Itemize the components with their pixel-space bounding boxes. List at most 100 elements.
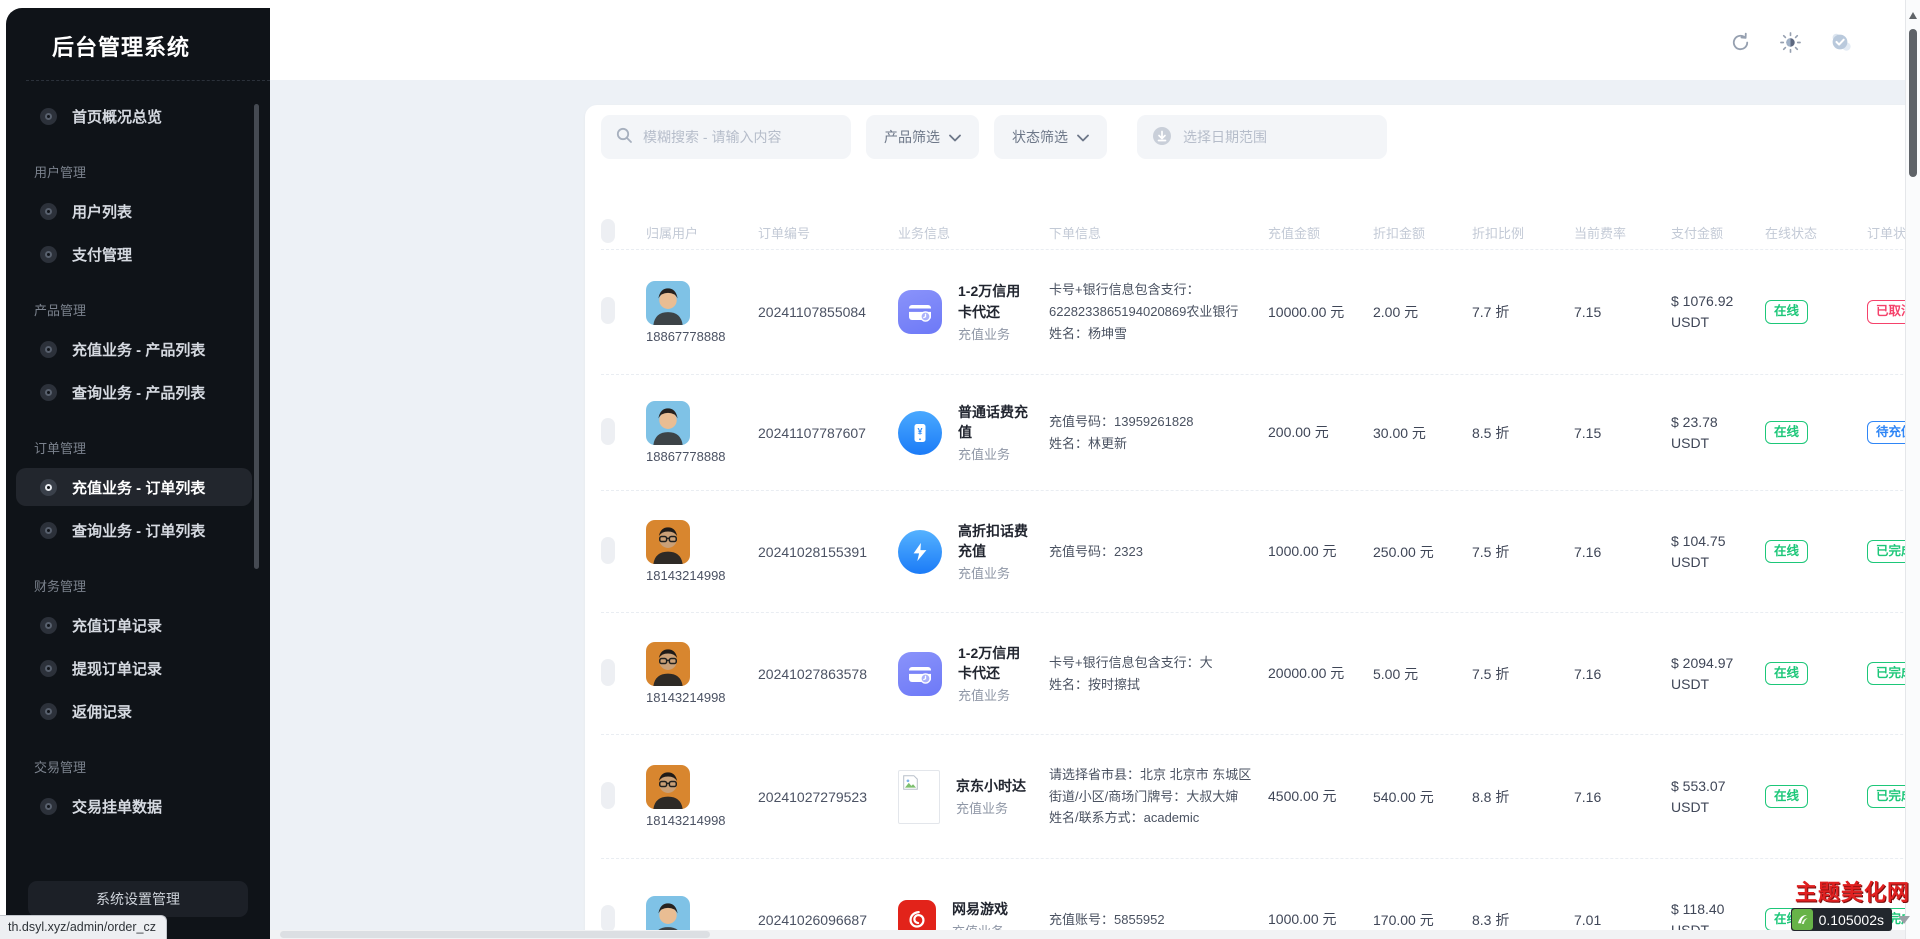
order-info: 卡号+银行信息包含支行：6228233865194020869农业银行姓名：杨坤… [1049, 279, 1268, 344]
order-info: 卡号+银行信息包含支行：大姓名：按时擦拭 [1049, 652, 1268, 696]
sidebar-item-label: 返佣记录 [72, 701, 132, 722]
discount-ratio: 7.7 折 [1472, 302, 1574, 322]
sidebar-section-label: 订单管理 [34, 438, 260, 457]
sidebar-item-label: 用户列表 [72, 201, 132, 222]
discount-amount: 170.00 元 [1373, 910, 1472, 930]
user-phone: 18143214998 [646, 690, 726, 705]
status-filter-dropdown[interactable]: 状态筛选 [994, 115, 1107, 159]
recharge-amount: 1000.00 元 [1268, 541, 1360, 562]
discount-amount: 250.00 元 [1373, 542, 1472, 562]
refresh-icon[interactable] [1728, 30, 1752, 54]
column-header: 归属用户 [646, 223, 758, 242]
chevron-down-icon [1077, 129, 1089, 145]
page-scrollbar [1905, 0, 1920, 939]
business-category: 充值业务 [958, 324, 1034, 343]
sidebar-item[interactable]: 用户列表 [16, 192, 252, 230]
business-category: 充值业务 [958, 563, 1034, 582]
column-header: 折扣比例 [1472, 223, 1574, 242]
status-badge: 在线 [1765, 785, 1808, 809]
discount-ratio: 8.5 折 [1472, 423, 1574, 443]
menu-dot-icon [40, 246, 57, 263]
current-rate: 7.15 [1574, 425, 1671, 441]
theme-toggle-icon[interactable] [1778, 30, 1802, 54]
column-header: 订单编号 [758, 223, 898, 242]
order-info: 充值号码：13959261828姓名：林更新 [1049, 411, 1268, 455]
phone-recharge-icon: ¥ [898, 411, 942, 455]
row-checkbox[interactable] [601, 418, 615, 445]
table-row: 18143214998 20241028155391 高折扣话费充值 充值业务 … [601, 490, 1920, 612]
row-checkbox[interactable] [601, 537, 615, 564]
sidebar-item[interactable]: 首页概况总览 [16, 97, 252, 135]
table-row: 18867778888 20241107787607 ¥ 普通话费充值 充值业务… [601, 374, 1920, 490]
sidebar-item[interactable]: 交易挂单数据 [16, 787, 252, 825]
user-avatar [646, 642, 690, 686]
user-avatar [646, 520, 690, 564]
scroll-up-arrow[interactable] [1909, 12, 1917, 19]
menu-dot-icon [40, 108, 57, 125]
status-filter-label: 状态筛选 [1012, 127, 1068, 147]
recharge-amount: 4500.00 元 [1268, 786, 1360, 807]
sidebar-item[interactable]: 支付管理 [16, 235, 252, 273]
watermark-site-link[interactable]: 主题美化网 [1791, 875, 1910, 907]
debug-trace-badge[interactable]: 0.105002s [1791, 908, 1892, 931]
status-badge: 在线 [1765, 300, 1808, 324]
order-info: 充值账号：5855952 [1049, 909, 1268, 931]
user-avatar [646, 401, 690, 445]
sidebar-item-label: 交易挂单数据 [72, 796, 162, 817]
sidebar-item-label: 支付管理 [72, 244, 132, 265]
order-info: 请选择省市县：北京 北京市 东城区街道/小区/商场门牌号：大叔大婶姓名/联系方式… [1049, 764, 1268, 829]
horizontal-scrollbar-thumb[interactable] [280, 931, 710, 938]
menu-dot-icon [40, 617, 57, 634]
recharge-amount: 10000.00 元 [1268, 302, 1360, 323]
sidebar-scrollbar-thumb[interactable] [254, 104, 259, 569]
order-number: 20241026096687 [758, 912, 898, 928]
discount-amount: 30.00 元 [1373, 423, 1472, 443]
sidebar-item-label: 查询业务 - 订单列表 [72, 520, 205, 541]
discount-amount: 540.00 元 [1373, 787, 1472, 807]
sidebar-item[interactable]: 查询业务 - 订单列表 [16, 511, 252, 549]
row-checkbox[interactable] [601, 297, 615, 324]
sidebar-item[interactable]: 查询业务 - 产品列表 [16, 373, 252, 411]
sidebar: 后台管理系统 首页概况总览用户管理 用户列表 支付管理产品管理 充值业务 - 产… [6, 8, 270, 939]
sidebar-item[interactable]: 充值业务 - 产品列表 [16, 330, 252, 368]
svg-text:¥: ¥ [917, 426, 922, 436]
sidebar-item[interactable]: 提现订单记录 [16, 649, 252, 687]
row-checkbox[interactable] [601, 782, 615, 809]
menu-dot-icon [40, 203, 57, 220]
menu-dot-icon [40, 660, 57, 677]
search-box[interactable] [601, 115, 851, 159]
sidebar-item[interactable]: 充值订单记录 [16, 606, 252, 644]
current-rate: 7.16 [1574, 544, 1671, 560]
status-badge: 在线 [1765, 662, 1808, 686]
current-rate: 7.16 [1574, 666, 1671, 682]
status-badge: 在线 [1765, 540, 1808, 564]
trace-caret-icon[interactable] [1898, 916, 1910, 924]
date-range-picker[interactable]: 选择日期范围 [1137, 115, 1387, 159]
sidebar-item[interactable]: 返佣记录 [16, 692, 252, 730]
product-filter-dropdown[interactable]: 产品筛选 [866, 115, 979, 159]
product-title: 普通话费充值 [958, 402, 1034, 443]
business-category: 充值业务 [958, 444, 1034, 463]
browser-status-url: th.dsyl.xyz/admin/order_cz [0, 915, 167, 939]
column-header: 支付金额 [1671, 223, 1765, 242]
row-checkbox[interactable] [601, 905, 615, 932]
search-input[interactable] [643, 129, 823, 145]
recharge-amount: 1000.00 元 [1268, 909, 1360, 930]
user-avatar [646, 281, 690, 325]
user-phone: 18143214998 [646, 568, 726, 583]
row-checkbox[interactable] [601, 659, 615, 686]
user-avatar [646, 765, 690, 809]
select-all-checkbox[interactable] [601, 219, 615, 243]
column-header: 业务信息 [898, 223, 1049, 242]
menu-dot-icon [40, 384, 57, 401]
verified-badge-icon[interactable] [1828, 30, 1852, 54]
discount-amount: 5.00 元 [1373, 664, 1472, 684]
column-header: 充值金额 [1268, 223, 1373, 242]
sidebar-item-label: 查询业务 - 产品列表 [72, 382, 205, 403]
sidebar-item[interactable]: 充值业务 - 订单列表 [16, 468, 252, 506]
system-settings-button[interactable]: 系统设置管理 [28, 881, 248, 917]
table-row: 18143214998 20241027863578 1-2万信用卡代还 充值业… [601, 612, 1920, 734]
flash-icon [898, 530, 942, 574]
watermark: 主题美化网 0.105002s [1791, 875, 1910, 931]
page-scrollbar-thumb[interactable] [1909, 29, 1917, 177]
